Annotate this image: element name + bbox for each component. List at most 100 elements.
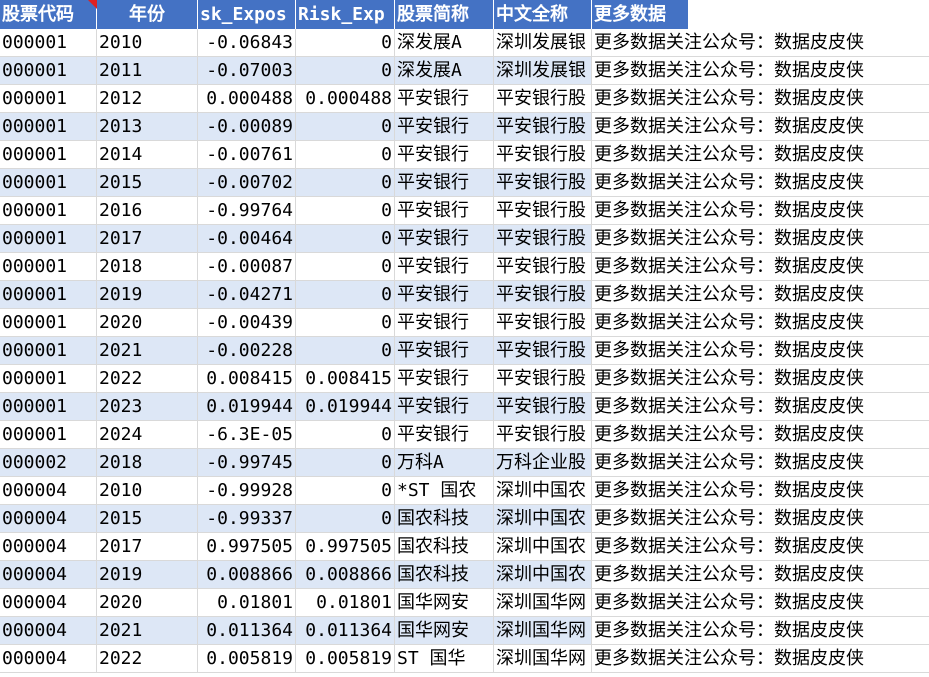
cell-risk-exp[interactable]: 0	[296, 449, 395, 477]
cell-full-name[interactable]: 深圳中国农	[494, 533, 592, 561]
cell-short-name[interactable]: 平安银行	[395, 169, 494, 197]
cell-full-name[interactable]: 平安银行股	[494, 113, 592, 141]
cell-risk-exp[interactable]: 0.008415	[296, 365, 395, 393]
cell-year[interactable]: 2015	[97, 505, 198, 533]
cell-stock-code[interactable]: 000002	[0, 449, 97, 477]
cell-sk-expos[interactable]: -0.00228	[198, 337, 296, 365]
red-triangle-comment-icon[interactable]	[88, 0, 97, 9]
cell-risk-exp[interactable]: 0	[296, 421, 395, 449]
cell-year[interactable]: 2019	[97, 281, 198, 309]
cell-more-data[interactable]: 更多数据关注公众号：数据皮皮侠	[592, 505, 929, 533]
cell-year[interactable]: 2015	[97, 169, 198, 197]
cell-year[interactable]: 2023	[97, 393, 198, 421]
cell-sk-expos[interactable]: 0.008866	[198, 561, 296, 589]
cell-year[interactable]: 2013	[97, 113, 198, 141]
cell-sk-expos[interactable]: -0.00087	[198, 253, 296, 281]
cell-year[interactable]: 2017	[97, 533, 198, 561]
cell-more-data[interactable]: 更多数据关注公众号：数据皮皮侠	[592, 393, 929, 421]
cell-sk-expos[interactable]: -0.04271	[198, 281, 296, 309]
cell-year[interactable]: 2020	[97, 589, 198, 617]
cell-short-name[interactable]: *ST 国农	[395, 477, 494, 505]
cell-risk-exp[interactable]: 0.01801	[296, 589, 395, 617]
cell-year[interactable]: 2021	[97, 337, 198, 365]
cell-year[interactable]: 2024	[97, 421, 198, 449]
cell-more-data[interactable]: 更多数据关注公众号：数据皮皮侠	[592, 197, 929, 225]
cell-short-name[interactable]: 平安银行	[395, 85, 494, 113]
cell-year[interactable]: 2017	[97, 225, 198, 253]
cell-full-name[interactable]: 深圳国华网	[494, 645, 592, 673]
cell-full-name[interactable]: 深圳中国农	[494, 561, 592, 589]
header-cell-stock-code[interactable]: 股票代码	[0, 0, 97, 29]
cell-full-name[interactable]: 平安银行股	[494, 281, 592, 309]
cell-more-data[interactable]: 更多数据关注公众号：数据皮皮侠	[592, 533, 929, 561]
cell-stock-code[interactable]: 000004	[0, 477, 97, 505]
cell-sk-expos[interactable]: -0.99764	[198, 197, 296, 225]
cell-risk-exp[interactable]: 0	[296, 29, 395, 57]
cell-stock-code[interactable]: 000004	[0, 533, 97, 561]
cell-year[interactable]: 2010	[97, 29, 198, 57]
cell-short-name[interactable]: 平安银行	[395, 337, 494, 365]
cell-stock-code[interactable]: 000001	[0, 281, 97, 309]
cell-year[interactable]: 2021	[97, 617, 198, 645]
cell-more-data[interactable]: 更多数据关注公众号：数据皮皮侠	[592, 645, 929, 673]
header-empty-area[interactable]	[689, 0, 929, 29]
cell-short-name[interactable]: 平安银行	[395, 225, 494, 253]
cell-short-name[interactable]: 平安银行	[395, 281, 494, 309]
cell-risk-exp[interactable]: 0	[296, 169, 395, 197]
cell-risk-exp[interactable]: 0.005819	[296, 645, 395, 673]
cell-more-data[interactable]: 更多数据关注公众号：数据皮皮侠	[592, 141, 929, 169]
cell-short-name[interactable]: 国农科技	[395, 505, 494, 533]
cell-more-data[interactable]: 更多数据关注公众号：数据皮皮侠	[592, 253, 929, 281]
cell-short-name[interactable]: 平安银行	[395, 197, 494, 225]
cell-risk-exp[interactable]: 0	[296, 141, 395, 169]
cell-sk-expos[interactable]: 0.005819	[198, 645, 296, 673]
header-cell-sk-expos[interactable]: sk_Expos	[198, 0, 296, 29]
header-cell-more-data[interactable]: 更多数据	[592, 0, 689, 29]
cell-short-name[interactable]: 平安银行	[395, 309, 494, 337]
cell-stock-code[interactable]: 000001	[0, 309, 97, 337]
cell-stock-code[interactable]: 000004	[0, 589, 97, 617]
cell-year[interactable]: 2018	[97, 253, 198, 281]
cell-full-name[interactable]: 深圳发展银	[494, 57, 592, 85]
cell-stock-code[interactable]: 000001	[0, 197, 97, 225]
cell-full-name[interactable]: 平安银行股	[494, 309, 592, 337]
cell-more-data[interactable]: 更多数据关注公众号：数据皮皮侠	[592, 169, 929, 197]
cell-sk-expos[interactable]: -0.00702	[198, 169, 296, 197]
cell-short-name[interactable]: 国华网安	[395, 589, 494, 617]
cell-year[interactable]: 2020	[97, 309, 198, 337]
cell-full-name[interactable]: 平安银行股	[494, 197, 592, 225]
cell-stock-code[interactable]: 000001	[0, 141, 97, 169]
cell-short-name[interactable]: 深发展A	[395, 29, 494, 57]
header-cell-full-name[interactable]: 中文全称	[494, 0, 592, 29]
cell-full-name[interactable]: 平安银行股	[494, 141, 592, 169]
cell-stock-code[interactable]: 000001	[0, 85, 97, 113]
cell-more-data[interactable]: 更多数据关注公众号：数据皮皮侠	[592, 589, 929, 617]
cell-more-data[interactable]: 更多数据关注公众号：数据皮皮侠	[592, 29, 929, 57]
cell-short-name[interactable]: 国华网安	[395, 617, 494, 645]
cell-more-data[interactable]: 更多数据关注公众号：数据皮皮侠	[592, 85, 929, 113]
header-cell-short-name[interactable]: 股票简称	[395, 0, 494, 29]
cell-stock-code[interactable]: 000001	[0, 225, 97, 253]
cell-more-data[interactable]: 更多数据关注公众号：数据皮皮侠	[592, 225, 929, 253]
cell-more-data[interactable]: 更多数据关注公众号：数据皮皮侠	[592, 477, 929, 505]
cell-short-name[interactable]: 万科A	[395, 449, 494, 477]
cell-risk-exp[interactable]: 0	[296, 57, 395, 85]
cell-short-name[interactable]: 平安银行	[395, 421, 494, 449]
cell-year[interactable]: 2011	[97, 57, 198, 85]
cell-risk-exp[interactable]: 0.008866	[296, 561, 395, 589]
cell-sk-expos[interactable]: -0.07003	[198, 57, 296, 85]
cell-sk-expos[interactable]: 0.019944	[198, 393, 296, 421]
cell-stock-code[interactable]: 000001	[0, 421, 97, 449]
cell-stock-code[interactable]: 000001	[0, 393, 97, 421]
cell-risk-exp[interactable]: 0.011364	[296, 617, 395, 645]
cell-full-name[interactable]: 平安银行股	[494, 337, 592, 365]
cell-risk-exp[interactable]: 0	[296, 337, 395, 365]
cell-short-name[interactable]: 平安银行	[395, 393, 494, 421]
cell-full-name[interactable]: 平安银行股	[494, 393, 592, 421]
cell-full-name[interactable]: 平安银行股	[494, 253, 592, 281]
cell-sk-expos[interactable]: -0.99337	[198, 505, 296, 533]
cell-sk-expos[interactable]: -0.99745	[198, 449, 296, 477]
cell-stock-code[interactable]: 000001	[0, 365, 97, 393]
cell-risk-exp[interactable]: 0	[296, 477, 395, 505]
header-cell-risk-exp[interactable]: Risk_Exp	[296, 0, 395, 29]
